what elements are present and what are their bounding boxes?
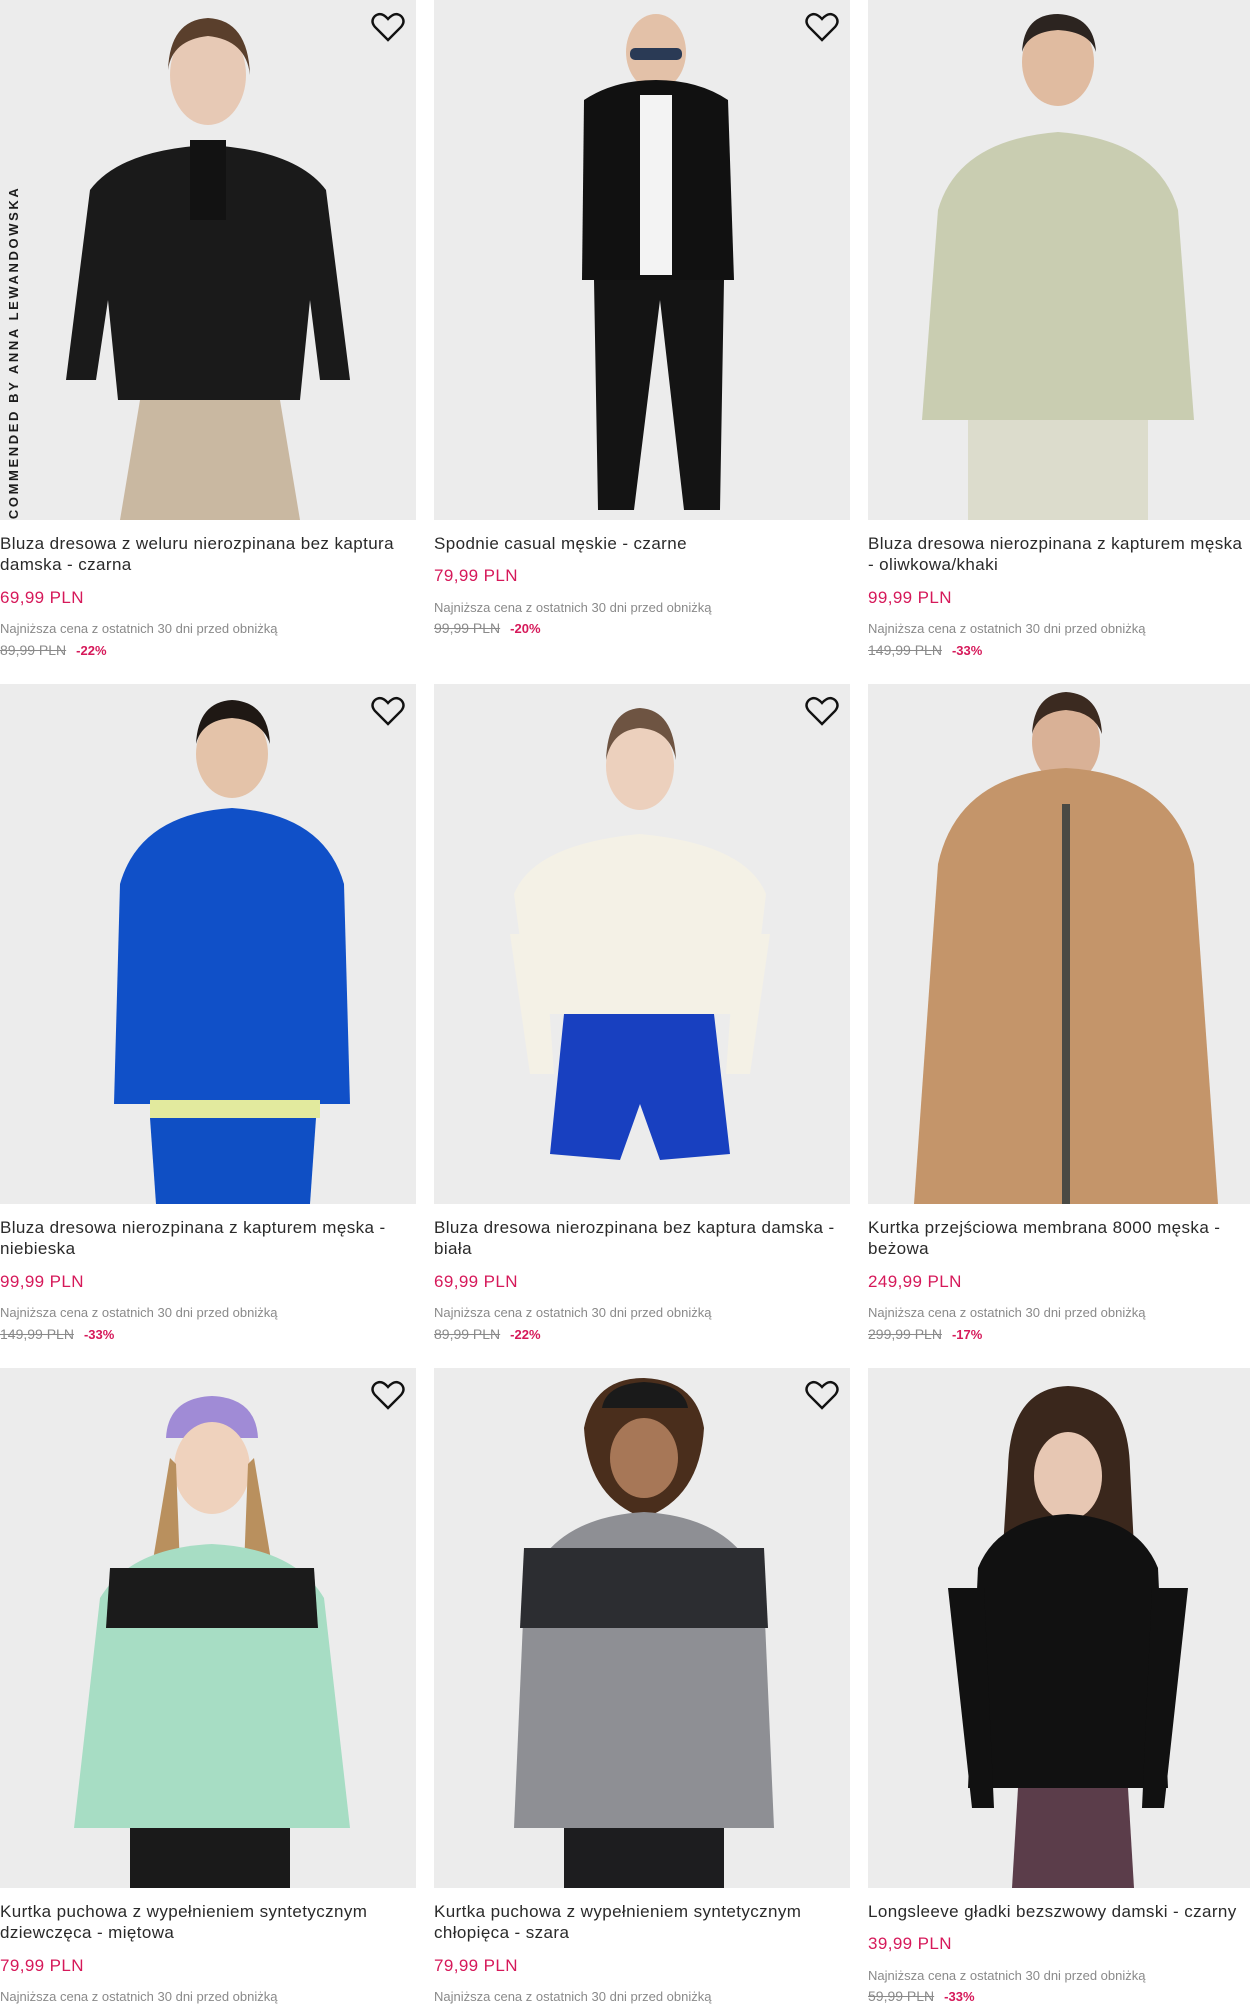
wishlist-heart-icon[interactable] [370,694,406,728]
product-card[interactable]: Longsleeve gładki bezszwowy damski - cza… [868,1368,1250,2014]
product-photo[interactable] [868,684,1250,1204]
old-price-row: 89,99 PLN -22% [0,642,107,658]
product-price: 39,99 PLN [868,1934,952,1953]
lowest-price-label: Najniższa cena z ostatnich 30 dni przed … [868,621,1146,636]
lowest-price-label: Najniższa cena z ostatnich 30 dni przed … [0,1989,278,2004]
product-photo[interactable] [434,0,850,520]
model-photo [0,684,416,1204]
discount-badge: -33% [951,643,983,658]
model-photo [868,1368,1250,1888]
product-photo[interactable] [0,1368,416,1888]
lowest-price-label: Najniższa cena z ostatnich 30 dni przed … [434,600,712,615]
product-title[interactable]: Bluza dresowa nierozpinana bez kaptura d… [434,1217,854,1259]
wishlist-heart-icon[interactable] [370,10,406,44]
old-price: 89,99 PLN [434,1326,501,1342]
product-card[interactable]: RECOMMENDED BY ANNA LEWANDOWSKA Bluza dr… [0,0,416,670]
product-price: 99,99 PLN [0,1272,84,1291]
lowest-price-label: Najniższa cena z ostatnich 30 dni przed … [434,1989,712,2004]
discount-badge: -17% [951,1327,983,1342]
product-photo[interactable] [868,1368,1250,1888]
old-price-row: 89,99 PLN -22% [434,1326,541,1342]
model-photo [868,684,1250,1204]
lowest-price-label: Najniższa cena z ostatnich 30 dni przed … [868,1968,1146,1983]
lowest-price-label: Najniższa cena z ostatnich 30 dni przed … [868,1305,1146,1320]
model-photo [0,1368,416,1888]
product-photo[interactable] [868,0,1250,520]
product-card[interactable]: Kurtka puchowa z wypełnieniem syntetyczn… [0,1368,416,2014]
product-card[interactable]: Kurtka przejściowa membrana 8000 męska -… [868,684,1250,1354]
old-price-row: 299,99 PLN -17% [868,1326,982,1342]
lowest-price-label: Najniższa cena z ostatnich 30 dni przed … [0,621,278,636]
discount-badge: -33% [83,1327,115,1342]
product-title[interactable]: Bluza dresowa nierozpinana z kapturem mę… [868,533,1250,575]
product-title[interactable]: Kurtka przejściowa membrana 8000 męska -… [868,1217,1250,1259]
product-price: 79,99 PLN [434,566,518,585]
product-price: 79,99 PLN [0,1956,84,1975]
product-title[interactable]: Bluza dresowa z weluru nierozpinana bez … [0,533,420,575]
product-card[interactable]: Bluza dresowa nierozpinana z kapturem mę… [0,684,416,1354]
wishlist-heart-icon[interactable] [370,1378,406,1412]
product-title[interactable]: Spodnie casual męskie - czarne [434,533,854,554]
product-price: 249,99 PLN [868,1272,962,1291]
old-price-row: 149,99 PLN -33% [0,1326,114,1342]
model-photo [434,684,850,1204]
product-card[interactable]: Bluza dresowa nierozpinana z kapturem mę… [868,0,1250,670]
product-grid: RECOMMENDED BY ANNA LEWANDOWSKA Bluza dr… [0,0,1250,2014]
product-card[interactable]: Spodnie casual męskie - czarne 79,99 PLN… [434,0,850,670]
lowest-price-label: Najniższa cena z ostatnich 30 dni przed … [434,1305,712,1320]
product-card[interactable]: Kurtka puchowa z wypełnieniem syntetyczn… [434,1368,850,2014]
product-price: 69,99 PLN [434,1272,518,1291]
product-photo[interactable] [434,1368,850,1888]
model-photo [434,1368,850,1888]
old-price: 299,99 PLN [868,1326,942,1342]
lowest-price-label: Najniższa cena z ostatnich 30 dni przed … [0,1305,278,1320]
product-price: 79,99 PLN [434,1956,518,1975]
old-price-row: 59,99 PLN -33% [868,1988,975,2004]
old-price-row: 149,99 PLN -33% [868,642,982,658]
old-price: 99,99 PLN [434,620,501,636]
discount-badge: -20% [510,621,541,636]
old-price: 89,99 PLN [0,642,67,658]
product-title[interactable]: Bluza dresowa nierozpinana z kapturem mę… [0,1217,420,1259]
product-photo[interactable]: RECOMMENDED BY ANNA LEWANDOWSKA [0,0,416,520]
product-title[interactable]: Kurtka puchowa z wypełnieniem syntetyczn… [0,1901,420,1943]
wishlist-heart-icon[interactable] [804,1378,840,1412]
product-photo[interactable] [434,684,850,1204]
product-price: 99,99 PLN [868,588,952,607]
old-price-row: 99,99 PLN -20% [434,620,541,636]
discount-badge: -33% [944,1989,975,2004]
product-title[interactable]: Longsleeve gładki bezszwowy damski - cza… [868,1901,1250,1922]
model-photo [868,0,1250,520]
old-price: 149,99 PLN [0,1326,74,1342]
wishlist-heart-icon[interactable] [804,694,840,728]
product-price: 69,99 PLN [0,588,84,607]
product-photo[interactable] [0,684,416,1204]
recommended-badge: RECOMMENDED BY ANNA LEWANDOWSKA [6,185,21,520]
old-price: 59,99 PLN [868,1988,935,2004]
wishlist-heart-icon[interactable] [804,10,840,44]
discount-badge: -22% [76,643,107,658]
discount-badge: -22% [510,1327,541,1342]
old-price: 149,99 PLN [868,642,942,658]
model-photo [434,0,850,520]
product-card[interactable]: Bluza dresowa nierozpinana bez kaptura d… [434,684,850,1354]
model-photo [0,0,416,520]
product-title[interactable]: Kurtka puchowa z wypełnieniem syntetyczn… [434,1901,854,1943]
